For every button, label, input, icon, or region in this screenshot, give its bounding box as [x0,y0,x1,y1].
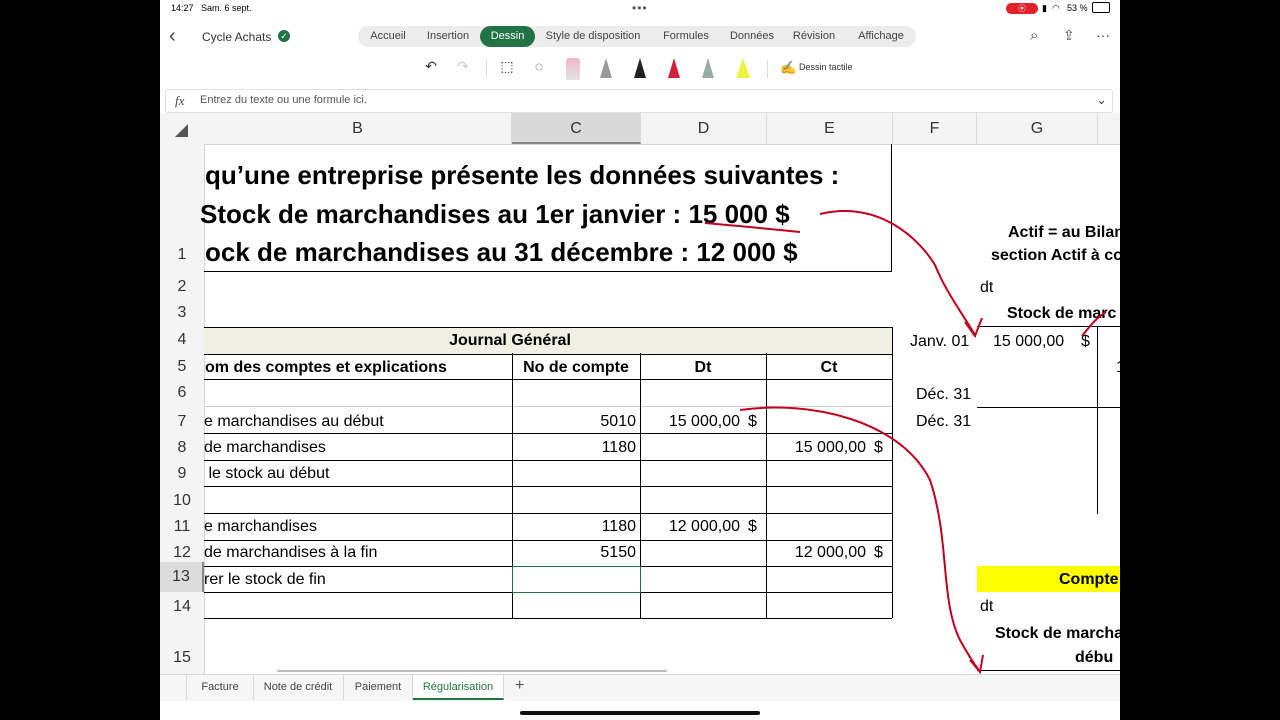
ink-mark-top [1081,311,1107,337]
sheet-tabs: Facture Note de crédit Paiement Régulari… [160,674,1120,701]
ink-arrowhead-1 [964,317,983,339]
home-indicator [520,711,760,715]
add-sheet-icon[interactable]: + [515,677,524,695]
ink-arrowhead-2 [969,654,984,675]
ink-arrow-2 [739,406,981,673]
sheet-tab-facture[interactable]: Facture [186,675,254,700]
sheet-tab-paiement[interactable]: Paiement [344,675,413,700]
sheet-tab-regularisation[interactable]: Régularisation [413,675,504,700]
horizontal-scrollbar[interactable] [277,670,667,672]
ink-underline [704,222,801,233]
excel-screen: 14:27 Sam. 6 sept. ••• ⦿ ▮ ◠ 53 % ‹ Cycl… [160,0,1120,720]
ink-arrow-1 [819,210,976,336]
sheet-tab-note-de-credit[interactable]: Note de crédit [253,675,344,700]
ink-annotations [704,210,1107,675]
